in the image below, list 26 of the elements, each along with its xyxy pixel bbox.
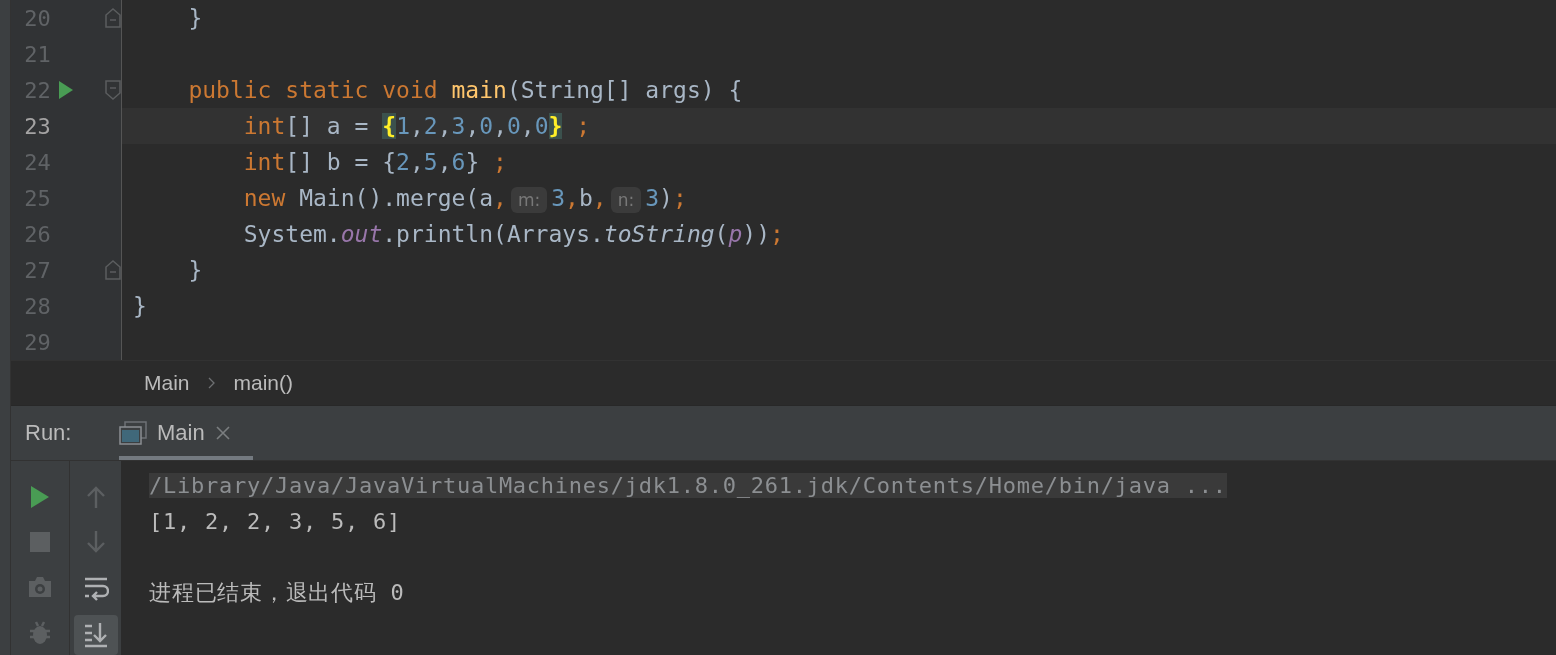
code-line: } — [133, 293, 147, 319]
code-line: } — [187, 257, 203, 283]
breadcrumb[interactable]: Main — [144, 371, 190, 395]
code-line: int[] b = {2,5,6} ; — [242, 149, 507, 175]
line-number: 23 — [23, 113, 51, 139]
code-line: new Main().merge(a, m: 3,b, n: 3); — [242, 185, 687, 211]
toggle-button[interactable] — [73, 614, 118, 655]
panel-label: Run: — [24, 420, 73, 446]
console-output: 进程已结束，退出代码 0 — [149, 579, 405, 607]
chevron-icon — [207, 377, 216, 389]
fold-icon[interactable] — [105, 80, 121, 100]
breadcrumb[interactable]: main() — [233, 371, 294, 395]
run-icon[interactable] — [57, 81, 74, 99]
run-tab[interactable]: Main — [119, 406, 253, 460]
code-line: public static void main(String[] args) { — [187, 77, 743, 103]
code-line: System.out.println(Arrays.toString(p)); — [242, 221, 784, 247]
fold-icon[interactable] — [105, 260, 121, 280]
console-window-icon — [119, 421, 147, 445]
tab-label[interactable]: Main — [157, 420, 205, 446]
scroll-to-end-icon[interactable] — [82, 621, 109, 649]
console-output: [1, 2, 2, 3, 5, 6] — [149, 508, 401, 534]
code-line: } — [187, 5, 203, 31]
code-line: int[] a = {1,2,3,0,0,0} ; — [242, 113, 591, 139]
fold-icon[interactable] — [105, 8, 121, 28]
close-icon[interactable] — [214, 425, 231, 441]
console-command: /Library/Java/JavaVirtualMachines/jdk1.8.0_261.jdk/Contents/Home/bin/java ... — [149, 472, 1227, 498]
